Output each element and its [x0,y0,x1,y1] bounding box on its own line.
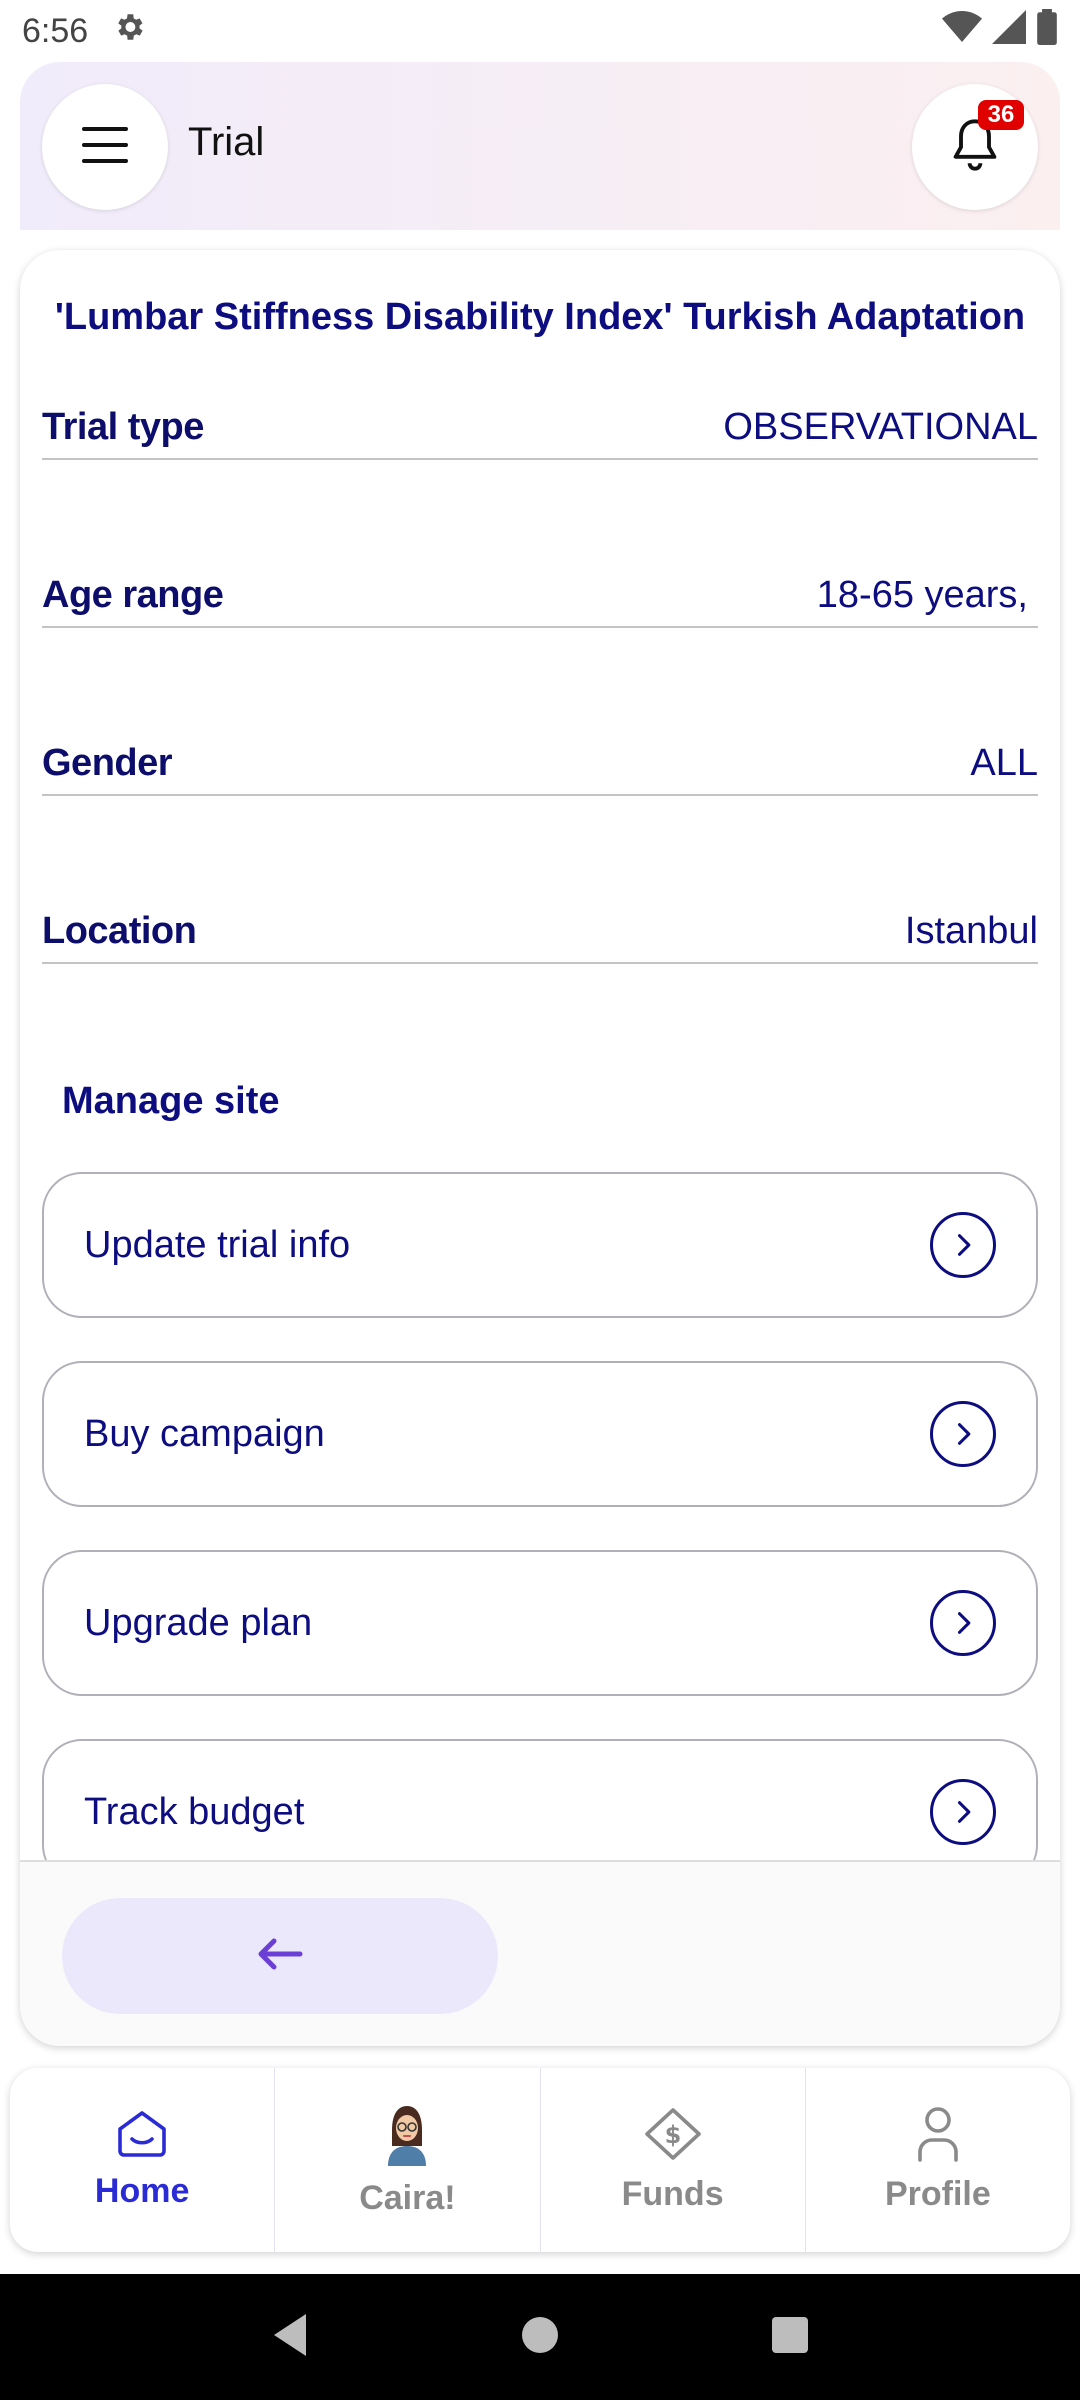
upgrade-plan-button[interactable]: Upgrade plan [42,1550,1038,1696]
info-value: OBSERVATIONAL [723,405,1038,448]
nav-label: Home [94,2172,190,2210]
action-label: Update trial info [84,1223,351,1266]
nav-label: Profile [884,2175,991,2213]
info-label: Age range [42,573,224,616]
system-recents-icon[interactable] [770,2315,810,2360]
arrow-left-icon [257,1937,303,1976]
notification-count-badge: 36 [978,100,1024,130]
nav-label: Caira! [359,2179,456,2217]
system-nav-bar [0,2274,1080,2400]
nav-item-home[interactable]: Home [10,2068,276,2252]
info-row-location: Location Istanbul [42,904,1038,964]
chevron-right-circle-icon [930,1779,996,1845]
manage-site-heading: Manage site [62,1080,280,1122]
nav-item-funds[interactable]: $ Funds [541,2068,806,2252]
action-label: Upgrade plan [84,1601,313,1644]
system-home-icon[interactable] [520,2315,560,2360]
caira-avatar-icon [382,2102,432,2171]
trial-title: 'Lumbar Stiffness Disability Index' Turk… [54,296,1026,338]
info-row-trial-type: Trial type OBSERVATIONAL [42,400,1038,460]
chevron-right-circle-icon [930,1590,996,1656]
info-label: Gender [42,741,173,784]
profile-icon [916,2106,960,2167]
status-bar: 6:56 [0,0,1080,62]
info-label: Location [42,909,197,952]
action-label: Buy campaign [84,1412,325,1455]
card-footer [20,1860,1060,2046]
nav-item-caira[interactable]: Caira! [275,2068,541,2252]
bottom-nav: Home Caira! $ Funds Profile [10,2068,1070,2252]
home-icon [116,2109,168,2164]
nav-item-profile[interactable]: Profile [806,2068,1070,2252]
chevron-right-circle-icon [930,1401,996,1467]
info-value: 18-65 years, [816,573,1028,616]
page-title: Trial [188,120,265,164]
trial-detail-scroll[interactable]: 'Lumbar Stiffness Disability Index' Turk… [20,250,1060,1860]
update-trial-info-button[interactable]: Update trial info [42,1172,1038,1318]
info-label: Trial type [42,405,204,448]
action-label: Track budget [84,1790,305,1833]
battery-icon [1036,8,1058,54]
system-back-icon[interactable] [270,2312,310,2363]
top-header: Trial 36 [20,62,1060,230]
nav-label: Funds [621,2175,724,2213]
svg-text:$: $ [664,2121,681,2149]
menu-button[interactable] [42,84,168,210]
trial-detail-card: 'Lumbar Stiffness Disability Index' Turk… [20,250,1060,2046]
hamburger-menu-icon [82,126,128,168]
funds-icon: $ [643,2106,703,2167]
info-value: ALL [970,741,1038,784]
back-button[interactable] [62,1898,498,2014]
buy-campaign-button[interactable]: Buy campaign [42,1361,1038,1507]
notifications-button[interactable]: 36 [912,84,1038,210]
status-time: 6:56 [22,11,89,50]
cellular-signal-icon [992,9,1026,53]
chevron-right-circle-icon [930,1212,996,1278]
wifi-icon [942,10,982,53]
info-value: Istanbul [904,909,1038,952]
track-budget-button[interactable]: Track budget [42,1739,1038,1860]
settings-gear-icon [112,10,146,53]
info-row-age-range: Age range 18-65 years, [42,568,1038,628]
info-row-gender: Gender ALL [42,736,1038,796]
